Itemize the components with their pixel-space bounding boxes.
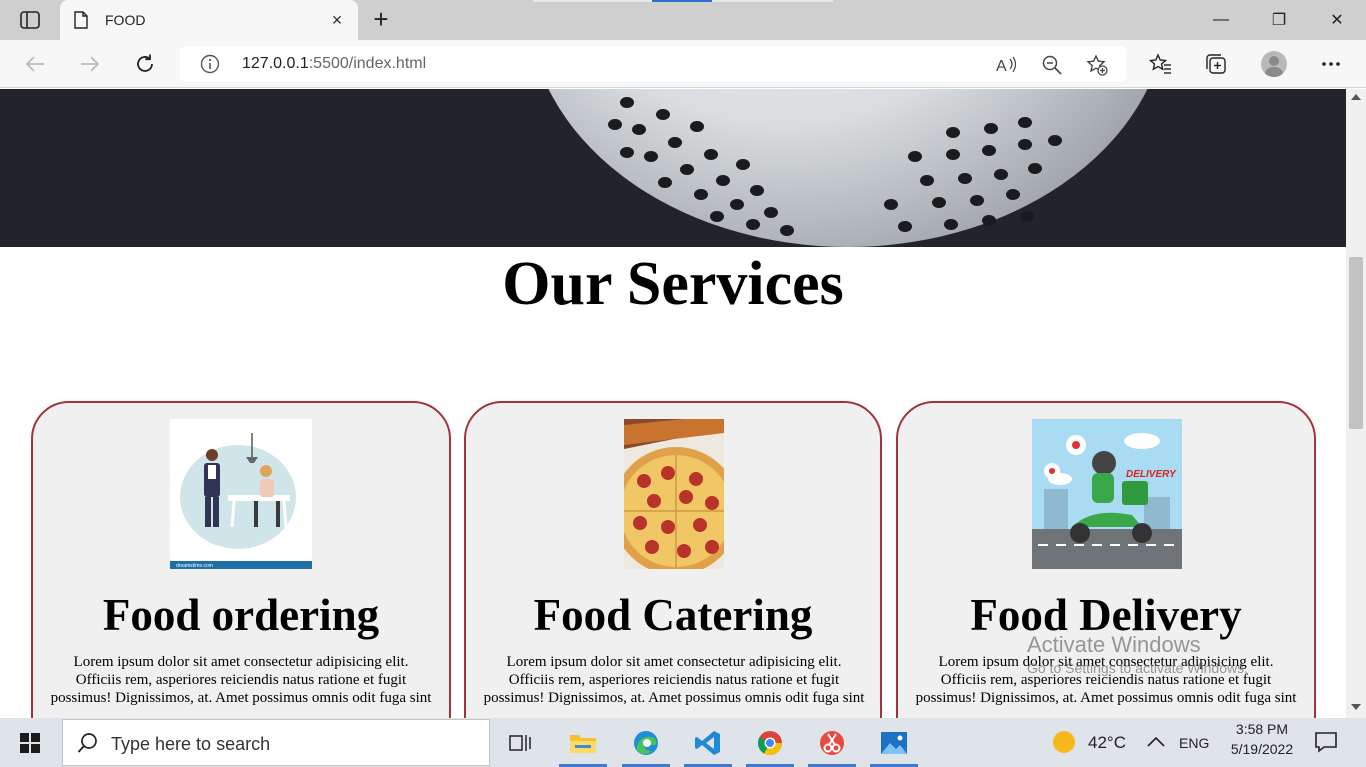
tab-actions-icon — [20, 11, 40, 29]
search-placeholder: Type here to search — [111, 734, 271, 754]
refresh-button[interactable] — [133, 52, 157, 76]
edge-button[interactable] — [618, 718, 674, 767]
minimize-button[interactable]: — — [1192, 0, 1250, 40]
pizza-image — [624, 419, 724, 569]
settings-menu-button[interactable] — [1319, 52, 1343, 76]
svg-text:A: A — [996, 58, 1007, 75]
section-title: Our Services — [502, 250, 844, 318]
notification-icon — [1315, 732, 1337, 753]
taskbar-search-input[interactable]: Type here to search — [62, 719, 490, 766]
more-icon — [1322, 62, 1340, 66]
favorites-button[interactable] — [1149, 52, 1173, 76]
task-view-button[interactable] — [492, 718, 548, 767]
clock-time: 3:58 PM — [1235, 721, 1289, 737]
vscode-icon — [695, 730, 720, 755]
clock-date: 5/19/2022 — [1230, 741, 1294, 757]
notifications-button[interactable] — [1314, 731, 1338, 753]
search-icon — [77, 732, 99, 759]
activate-windows-watermark: Activate Windows Go to Settings to activ… — [1027, 632, 1327, 676]
scissors-icon — [820, 730, 844, 755]
back-button[interactable] — [23, 52, 47, 76]
tab-close-button[interactable]: × — [326, 9, 348, 31]
page-icon — [74, 11, 88, 34]
file-explorer-button[interactable] — [555, 718, 611, 767]
url-path: :5500/index.html — [308, 55, 427, 72]
browser-tab[interactable]: FOOD × — [60, 0, 358, 40]
photos-icon — [881, 731, 907, 754]
profile-avatar[interactable] — [1261, 51, 1287, 77]
edge-icon — [634, 730, 658, 755]
snipping-tool-button[interactable] — [804, 718, 860, 767]
weather-sun-icon[interactable] — [1052, 730, 1076, 754]
chrome-button[interactable] — [742, 718, 798, 767]
read-aloud-icon[interactable]: A — [996, 54, 1018, 76]
card-text: Lorem ipsum dolor sit amet consectetur a… — [483, 654, 865, 706]
collections-icon — [1206, 54, 1226, 74]
clock[interactable]: 3:58 PM 5/19/2022 — [1222, 721, 1302, 757]
close-window-button[interactable]: ✕ — [1308, 0, 1366, 40]
delivery-label: DELIVERY — [1126, 469, 1177, 480]
restore-button[interactable]: ❐ — [1250, 0, 1308, 40]
info-icon[interactable] — [200, 54, 220, 79]
watermark-subtitle: Go to Settings to activate Windows. — [1027, 660, 1248, 676]
show-hidden-icons-chevron-up-icon[interactable] — [1146, 734, 1166, 750]
tab-actions-button[interactable] — [14, 8, 46, 32]
windows-taskbar: Type here to search 42°C ENG 3:58 PM 5/1… — [0, 718, 1366, 767]
windows-logo-icon — [20, 732, 40, 753]
browser-toolbar: 127.0.0.1:5500/index.html A — [0, 40, 1366, 88]
waiter-illustration: dreamstime.com — [170, 419, 312, 569]
page-scrollbar[interactable] — [1346, 89, 1366, 718]
hero-image — [0, 89, 1346, 247]
favorites-icon — [1149, 53, 1171, 74]
colander-image — [528, 89, 1168, 247]
weather-temperature[interactable]: 42°C — [1088, 733, 1126, 753]
browser-tab-bar: FOOD × + — ❐ ✕ — [0, 0, 1366, 40]
arrow-right-icon — [81, 56, 100, 72]
card-title: Food ordering — [102, 590, 380, 640]
arrow-left-icon — [25, 56, 44, 72]
tab-title: FOOD — [105, 12, 146, 28]
refresh-icon — [137, 54, 153, 72]
tab-strip-indicator — [652, 0, 712, 2]
forward-button[interactable] — [78, 52, 102, 76]
url-text[interactable]: 127.0.0.1:5500/index.html — [242, 55, 426, 73]
collections-button[interactable] — [1204, 52, 1228, 76]
vscode-button[interactable] — [680, 718, 736, 767]
card-title: Food Catering — [533, 590, 813, 640]
scroll-up-arrow-icon[interactable] — [1351, 94, 1361, 100]
image-credit: dreamstime.com — [176, 563, 213, 569]
scroll-down-arrow-icon[interactable] — [1351, 704, 1361, 710]
service-card-catering: Food Catering Lorem ipsum dolor sit amet… — [464, 401, 882, 718]
folder-icon — [570, 734, 596, 753]
input-language[interactable]: ENG — [1179, 735, 1209, 751]
start-button[interactable] — [0, 718, 60, 767]
task-view-icon — [509, 734, 531, 751]
chrome-icon — [757, 730, 782, 755]
photos-button[interactable] — [866, 718, 922, 767]
page-viewport: Our Services dreamstime.com Food orderin… — [0, 89, 1346, 718]
address-bar[interactable]: 127.0.0.1:5500/index.html A — [180, 46, 1126, 82]
watermark-title: Activate Windows — [1027, 632, 1201, 657]
add-favorite-icon[interactable] — [1086, 54, 1108, 76]
url-host: 127.0.0.1 — [242, 55, 309, 72]
delivery-scooter-image: DELIVERY — [1032, 419, 1182, 569]
new-tab-button[interactable]: + — [368, 6, 394, 34]
service-card-ordering: dreamstime.com Food ordering Lorem ipsum… — [31, 401, 451, 718]
zoom-out-icon[interactable] — [1041, 54, 1063, 76]
scrollbar-thumb[interactable] — [1349, 257, 1363, 429]
card-text: Lorem ipsum dolor sit amet consectetur a… — [50, 654, 432, 706]
